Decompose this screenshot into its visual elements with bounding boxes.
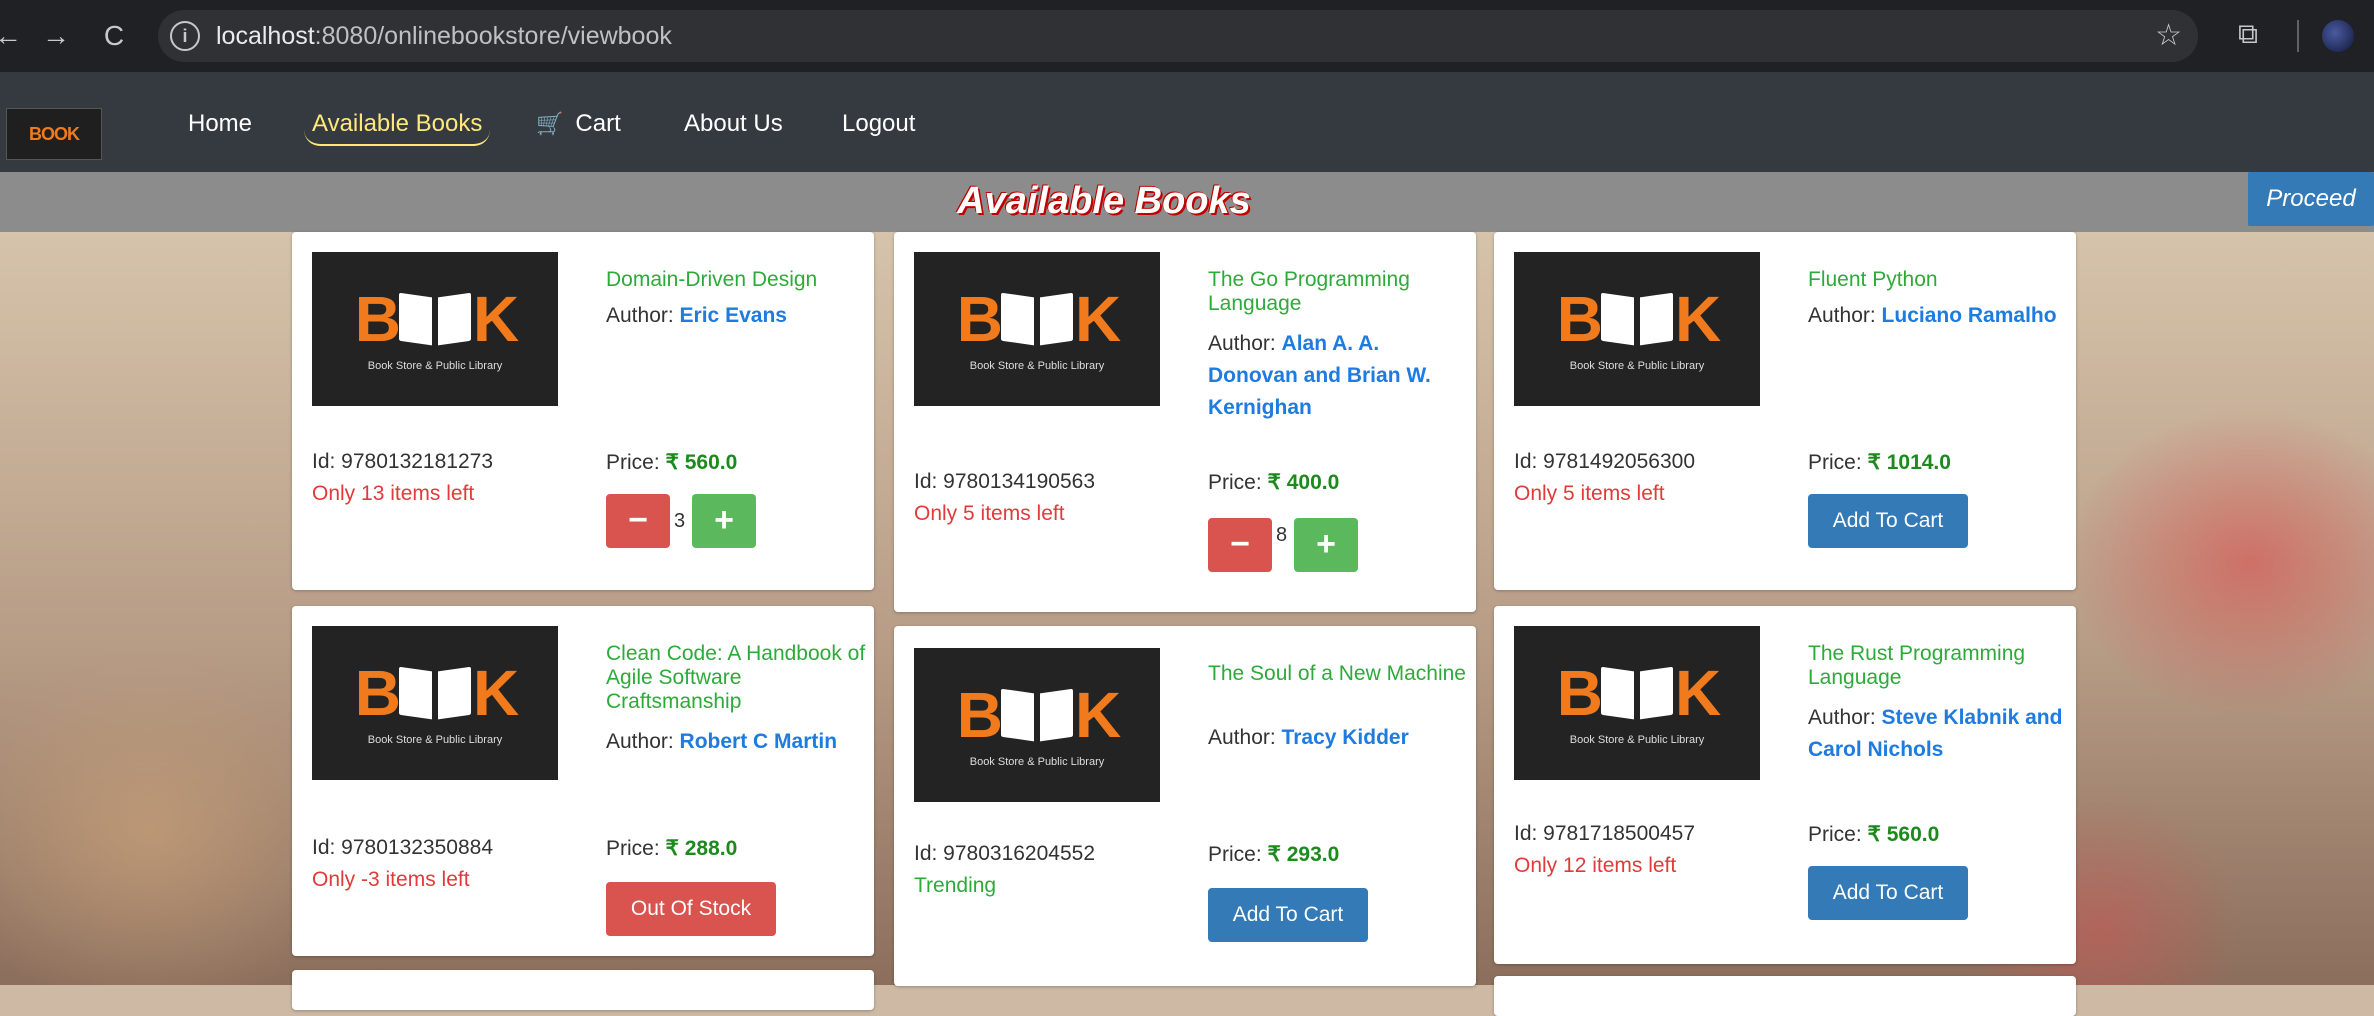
store-logo[interactable]: BOOK bbox=[6, 108, 102, 160]
book-title: Clean Code: A Handbook of Agile Software… bbox=[606, 642, 866, 713]
open-book-icon bbox=[1601, 289, 1673, 347]
book-title: Fluent Python bbox=[1808, 268, 1938, 291]
decrease-qty-button[interactable]: − bbox=[1208, 518, 1272, 572]
stock-status: Trending bbox=[914, 874, 997, 897]
book-price: Price: ₹ 560.0 bbox=[606, 451, 738, 474]
book-card: BK Book Store & Public Library The Rust … bbox=[1494, 606, 2076, 964]
book-author: Author: Robert C Martin bbox=[606, 730, 838, 753]
book-cover: BK Book Store & Public Library bbox=[1514, 626, 1760, 780]
url-host: localhost bbox=[216, 22, 315, 50]
open-book-icon bbox=[1601, 663, 1673, 721]
stock-status: Only -3 items left bbox=[312, 868, 470, 891]
decrease-qty-button[interactable]: − bbox=[606, 494, 670, 548]
proceed-button[interactable]: Proceed bbox=[2248, 172, 2374, 226]
nav-cart-label: Cart bbox=[575, 110, 621, 137]
book-title: Domain-Driven Design bbox=[606, 268, 818, 291]
open-book-icon bbox=[399, 663, 471, 721]
bookmark-star-icon[interactable]: ☆ bbox=[2155, 18, 2182, 53]
url-path: :8080/onlinebookstore/viewbook bbox=[314, 22, 672, 50]
book-price: Price: ₹ 560.0 bbox=[1808, 823, 1940, 846]
site-info-icon[interactable]: i bbox=[170, 21, 200, 51]
book-card-partial bbox=[1494, 976, 2076, 1016]
book-price: Price: ₹ 1014.0 bbox=[1808, 451, 1951, 474]
page-title: Available Books bbox=[957, 180, 1251, 222]
add-to-cart-button[interactable]: Add To Cart bbox=[1808, 866, 1968, 920]
book-cover: BK Book Store & Public Library bbox=[1514, 252, 1760, 406]
app-navbar: BOOK Home Available Books 🛒 Cart About Us… bbox=[0, 72, 2374, 172]
book-title: The Rust Programming Language bbox=[1808, 642, 2026, 689]
book-price: Price: ₹ 400.0 bbox=[1208, 471, 1340, 494]
page-banner: Available Books Proceed bbox=[0, 172, 2374, 232]
out-of-stock-button[interactable]: Out Of Stock bbox=[606, 882, 776, 936]
book-cover: BK Book Store & Public Library bbox=[312, 252, 558, 406]
toolbar-separator bbox=[2297, 20, 2299, 52]
extensions-icon[interactable]: ⧉ bbox=[2238, 18, 2258, 51]
browser-chrome: ← → C i localhost:8080/onlinebookstore/v… bbox=[0, 0, 2374, 72]
book-id: Id: 9780134190563 bbox=[914, 470, 1096, 493]
book-cover: BK Book Store & Public Library bbox=[914, 648, 1160, 802]
book-card: BK Book Store & Public Library The Soul … bbox=[894, 626, 1476, 986]
nav-logout[interactable]: Logout bbox=[842, 110, 915, 138]
stock-status: Only 13 items left bbox=[312, 482, 475, 505]
cart-qty: 8 bbox=[1276, 524, 1288, 546]
add-to-cart-button[interactable]: Add To Cart bbox=[1808, 494, 1968, 548]
book-author: Author: Steve Klabnik and Carol Nichols bbox=[1808, 706, 2063, 761]
book-title: The Soul of a New Machine bbox=[1208, 662, 1466, 685]
book-card: BK Book Store & Public Library Clean Cod… bbox=[292, 606, 874, 956]
book-id: Id: 9780132350884 bbox=[312, 836, 494, 859]
book-price: Price: ₹ 288.0 bbox=[606, 837, 738, 860]
stock-status: Only 5 items left bbox=[1514, 482, 1665, 505]
open-book-icon bbox=[399, 289, 471, 347]
forward-icon[interactable]: → bbox=[34, 14, 78, 58]
book-author: Author: Alan A. A. Donovan and Brian W. … bbox=[1208, 332, 1431, 419]
cart-icon: 🛒 bbox=[536, 111, 564, 136]
book-id: Id: 9780132181273 bbox=[312, 450, 494, 473]
open-book-icon bbox=[1001, 685, 1073, 743]
book-title: The Go Programming Language bbox=[1208, 268, 1410, 315]
book-author: Author: Tracy Kidder bbox=[1208, 726, 1409, 749]
book-cover: BK Book Store & Public Library bbox=[914, 252, 1160, 406]
reload-icon[interactable]: C bbox=[92, 14, 136, 58]
nav-home[interactable]: Home bbox=[188, 110, 252, 138]
add-to-cart-button[interactable]: Add To Cart bbox=[1208, 888, 1368, 942]
profile-avatar-icon[interactable] bbox=[2322, 20, 2354, 52]
book-card-partial bbox=[292, 970, 874, 1010]
stock-status: Only 5 items left bbox=[914, 502, 1065, 525]
book-card: BK Book Store & Public Library Fluent Py… bbox=[1494, 232, 2076, 590]
book-author: Author: Eric Evans bbox=[606, 304, 787, 327]
book-cover: BK Book Store & Public Library bbox=[312, 626, 558, 780]
open-book-icon bbox=[1001, 289, 1073, 347]
book-price: Price: ₹ 293.0 bbox=[1208, 843, 1340, 866]
book-author: Author: Luciano Ramalho bbox=[1808, 304, 2057, 327]
cart-qty: 3 bbox=[674, 510, 686, 532]
increase-qty-button[interactable]: + bbox=[692, 494, 756, 548]
stock-status: Only 12 items left bbox=[1514, 854, 1677, 877]
back-icon[interactable]: ← bbox=[0, 14, 30, 58]
book-id: Id: 9781718500457 bbox=[1514, 822, 1696, 845]
book-id: Id: 9781492056300 bbox=[1514, 450, 1696, 473]
address-bar[interactable]: i localhost:8080/onlinebookstore/viewboo… bbox=[158, 10, 2198, 62]
nav-available-books[interactable]: Available Books bbox=[304, 110, 491, 146]
url-text[interactable]: localhost:8080/onlinebookstore/viewbook bbox=[216, 22, 672, 51]
book-id: Id: 9780316204552 bbox=[914, 842, 1096, 865]
increase-qty-button[interactable]: + bbox=[1294, 518, 1358, 572]
book-card: BK Book Store & Public Library The Go Pr… bbox=[894, 232, 1476, 612]
nav-cart[interactable]: 🛒 Cart bbox=[536, 110, 621, 138]
nav-about-us[interactable]: About Us bbox=[684, 110, 783, 138]
book-card: BK Book Store & Public Library Domain-Dr… bbox=[292, 232, 874, 590]
